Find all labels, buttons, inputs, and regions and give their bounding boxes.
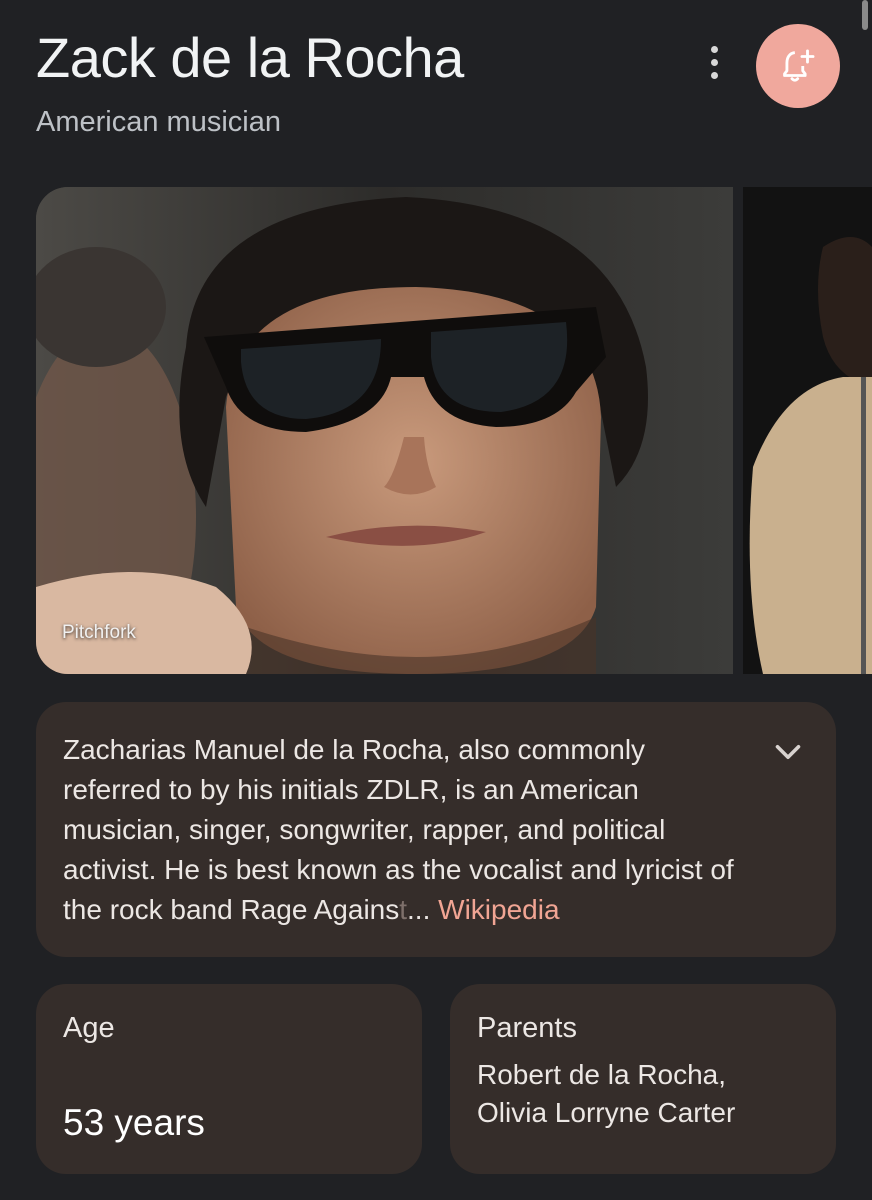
age-card[interactable]: Age 53 years bbox=[36, 984, 422, 1174]
age-label: Age bbox=[63, 1012, 115, 1044]
age-value: 53 years bbox=[63, 1102, 205, 1143]
main-photo[interactable]: Pitchfork bbox=[36, 187, 733, 674]
parents-card[interactable]: Parents Robert de la Rocha, Olivia Lorry… bbox=[450, 984, 836, 1174]
chevron-down-icon[interactable] bbox=[770, 734, 806, 770]
parents-value: Robert de la Rocha, Olivia Lorryne Carte… bbox=[477, 1056, 735, 1132]
scrollbar[interactable] bbox=[862, 0, 868, 30]
portrait-illustration bbox=[36, 187, 733, 674]
entity-subtitle: American musician bbox=[36, 106, 281, 138]
parent-name[interactable]: Robert de la Rocha, bbox=[477, 1056, 735, 1094]
wikipedia-link[interactable]: Wikipedia bbox=[438, 894, 559, 925]
follow-button[interactable] bbox=[756, 24, 840, 108]
more-options-button[interactable] bbox=[694, 42, 734, 82]
knowledge-panel-header: Zack de la Rocha American musician bbox=[36, 24, 844, 148]
parents-label: Parents bbox=[477, 1012, 577, 1044]
description-card[interactable]: Zacharias Manuel de la Rocha, also commo… bbox=[36, 702, 836, 957]
image-source-label: Pitchfork bbox=[62, 622, 136, 643]
description-text: Zacharias Manuel de la Rocha, also commo… bbox=[63, 734, 734, 925]
image-carousel[interactable]: Pitchfork bbox=[36, 187, 872, 674]
bell-plus-icon bbox=[783, 49, 815, 82]
secondary-photo[interactable] bbox=[743, 187, 872, 674]
more-vert-icon bbox=[710, 45, 718, 53]
parent-name[interactable]: Olivia Lorryne Carter bbox=[477, 1094, 735, 1132]
